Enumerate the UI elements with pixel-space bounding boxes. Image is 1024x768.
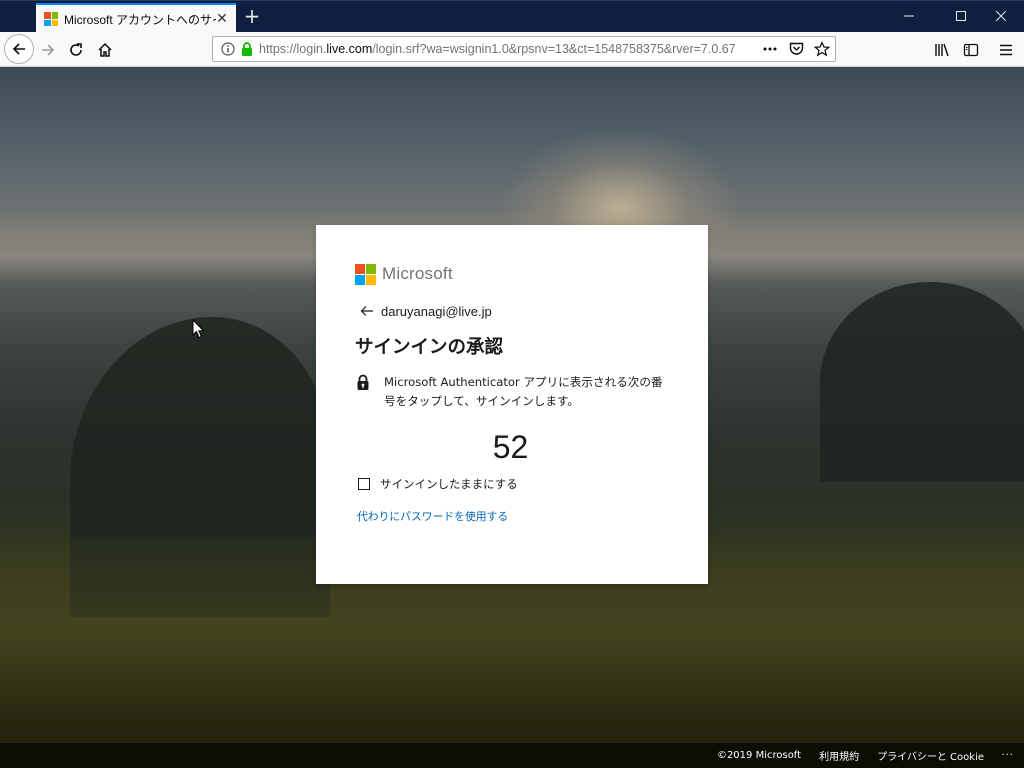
close-window-button[interactable] xyxy=(978,1,1024,33)
url-text[interactable]: https://login.live.com/login.srf?wa=wsig… xyxy=(259,42,759,56)
back-button[interactable] xyxy=(4,34,34,64)
microsoft-squares-icon xyxy=(355,263,376,285)
footer-privacy-link[interactable]: プライバシーと Cookie xyxy=(877,748,984,763)
sidebar-button[interactable] xyxy=(957,36,985,64)
page-footer: ©2019 Microsoft 利用規約 プライバシーと Cookie ... xyxy=(0,743,1024,768)
page-title: サインインの承認 xyxy=(355,337,504,358)
mouse-cursor-icon xyxy=(192,319,205,339)
keep-signed-in-checkbox[interactable] xyxy=(358,478,370,490)
lock-icon[interactable] xyxy=(241,42,253,56)
tab-title: Microsoft アカウントへのサインイン xyxy=(64,12,216,27)
footer-more-button[interactable]: ... xyxy=(1001,747,1014,758)
microsoft-favicon-icon xyxy=(44,12,58,26)
signin-card: Microsoft daruyanagi@live.jp サインインの承認 Mi… xyxy=(316,225,708,584)
reload-icon xyxy=(70,43,82,56)
more-actions-icon[interactable] xyxy=(761,39,779,59)
use-password-link[interactable]: 代わりにパスワードを使用する xyxy=(357,508,508,524)
footer-copyright: ©2019 Microsoft xyxy=(716,750,802,761)
brand-name: Microsoft xyxy=(382,264,453,283)
instruction-row: Microsoft Authenticator アプリに表示される次の番号をタッ… xyxy=(355,373,668,411)
forward-button[interactable] xyxy=(34,36,62,64)
identity-banner: daruyanagi@live.jp xyxy=(355,301,668,321)
minimize-window-button[interactable] xyxy=(886,1,932,33)
browser-navigation-bar: https://login.live.com/login.srf?wa=wsig… xyxy=(0,32,1024,67)
footer-terms-link[interactable]: 利用規約 xyxy=(819,748,859,763)
hamburger-menu-icon xyxy=(1000,44,1012,56)
tab-close-icon[interactable]: ✕ xyxy=(214,11,230,27)
keep-signed-in-row[interactable]: サインインしたままにする xyxy=(355,476,668,492)
microsoft-logo: Microsoft xyxy=(355,263,668,285)
bookmark-star-icon[interactable] xyxy=(813,39,831,59)
instruction-text: Microsoft Authenticator アプリに表示される次の番号をタッ… xyxy=(384,375,663,408)
address-bar[interactable]: https://login.live.com/login.srf?wa=wsig… xyxy=(212,36,836,62)
forward-arrow-icon xyxy=(42,44,55,56)
home-icon xyxy=(98,42,112,57)
back-arrow-icon[interactable] xyxy=(359,303,375,319)
library-button[interactable] xyxy=(928,36,956,64)
keep-signed-in-label[interactable]: サインインしたままにする xyxy=(380,476,518,492)
library-icon xyxy=(935,43,949,57)
back-arrow-icon xyxy=(12,43,25,55)
open-menu-button[interactable] xyxy=(992,36,1020,64)
authenticator-lock-icon xyxy=(357,374,369,390)
identity-email: daruyanagi@live.jp xyxy=(381,303,492,319)
info-icon[interactable] xyxy=(221,42,235,56)
background-mountain xyxy=(820,282,1024,482)
sidebar-icon xyxy=(963,43,979,57)
pocket-icon[interactable] xyxy=(787,39,805,59)
new-tab-button[interactable]: + xyxy=(242,5,262,27)
reload-button[interactable] xyxy=(62,36,90,64)
page-background: Microsoft daruyanagi@live.jp サインインの承認 Mi… xyxy=(0,67,1024,768)
home-button[interactable] xyxy=(91,36,119,64)
approval-number: 52 xyxy=(492,429,529,465)
browser-tab-active[interactable]: Microsoft アカウントへのサインイン ✕ xyxy=(36,3,236,33)
browser-tab-bar: Microsoft アカウントへのサインイン ✕ + xyxy=(0,0,1024,33)
